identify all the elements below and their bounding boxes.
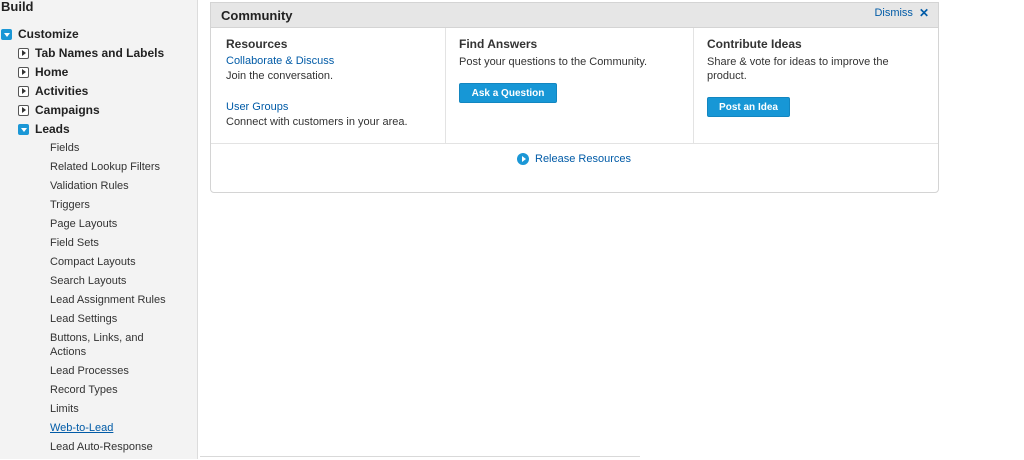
ask-question-button[interactable]: Ask a Question (459, 83, 557, 103)
sidebar: Build Customize Tab Names and Labels Hom… (0, 0, 198, 459)
collapsed-toggle-icon[interactable] (18, 85, 29, 97)
find-answers-description: Post your questions to the Community. (459, 56, 648, 68)
tree-item-label: Campaigns (35, 103, 100, 117)
leads-item-validation-rules[interactable]: Validation Rules (50, 179, 129, 193)
tree-item-label: Leads (35, 122, 70, 136)
release-resources-label[interactable]: Release Resources (535, 153, 631, 165)
leads-item-record-types[interactable]: Record Types (50, 383, 118, 397)
play-icon[interactable] (517, 153, 529, 165)
find-answers-column: Find Answers Post your questions to the … (445, 28, 693, 143)
tree-item-label: Activities (35, 84, 89, 98)
collapsed-toggle-icon[interactable] (18, 104, 29, 116)
contribute-ideas-description-cont: product. (707, 70, 747, 82)
horizontal-scrollbar[interactable] (200, 456, 640, 460)
leads-item-web-to-lead[interactable]: Web-to-Lead (50, 421, 113, 435)
tree-item-label: Home (35, 65, 69, 79)
leads-item-compact-layouts[interactable]: Compact Layouts (50, 255, 136, 269)
contribute-ideas-column: Contribute Ideas Share & vote for ideas … (693, 28, 939, 143)
leads-item-related-lookup-filters[interactable]: Related Lookup Filters (50, 160, 160, 174)
leads-item-buttons-links-actions[interactable]: Buttons, Links, and (50, 331, 144, 345)
resources-column: Resources Collaborate & Discuss Join the… (211, 28, 444, 143)
tree-item-campaigns[interactable]: Campaigns (18, 103, 100, 117)
collapsed-toggle-icon[interactable] (18, 47, 29, 59)
post-idea-button[interactable]: Post an Idea (707, 97, 790, 117)
expanded-toggle-icon[interactable] (1, 28, 12, 40)
tree-item-home[interactable]: Home (18, 65, 68, 79)
leads-item-search-layouts[interactable]: Search Layouts (50, 274, 126, 288)
tree-item-tab-names[interactable]: Tab Names and Labels (18, 46, 164, 60)
leads-item-page-layouts[interactable]: Page Layouts (50, 217, 117, 231)
community-header: Community Dismiss ✕ (211, 3, 938, 28)
dismiss-label[interactable]: Dismiss (874, 7, 913, 19)
community-title: Community (221, 8, 293, 23)
collapsed-toggle-icon[interactable] (18, 66, 29, 78)
leads-item-lead-auto-response[interactable]: Lead Auto-Response (50, 440, 153, 454)
tree-item-leads[interactable]: Leads (18, 122, 70, 136)
leads-item-field-sets[interactable]: Field Sets (50, 236, 99, 250)
sidebar-title: Build (1, 0, 34, 14)
leads-item-fields[interactable]: Fields (50, 141, 79, 155)
contribute-ideas-heading: Contribute Ideas (707, 37, 802, 51)
leads-item-triggers[interactable]: Triggers (50, 198, 90, 212)
leads-item-lead-processes[interactable]: Lead Processes (50, 364, 129, 378)
community-columns: Resources Collaborate & Discuss Join the… (211, 28, 938, 144)
leads-item-lead-assignment-rules[interactable]: Lead Assignment Rules (50, 293, 166, 307)
find-answers-heading: Find Answers (459, 37, 538, 51)
tree-customize[interactable]: Customize (1, 27, 79, 41)
user-groups-description: Connect with customers in your area. (226, 116, 408, 128)
expanded-toggle-icon[interactable] (18, 123, 29, 135)
leads-item-limits[interactable]: Limits (50, 402, 79, 416)
resources-heading: Resources (226, 37, 288, 51)
community-panel: Community Dismiss ✕ Resources Collaborat… (210, 2, 939, 193)
close-icon[interactable]: ✕ (919, 6, 929, 20)
collaborate-discuss-link[interactable]: Collaborate & Discuss (226, 55, 334, 67)
tree-item-activities[interactable]: Activities (18, 84, 88, 98)
dismiss-link[interactable]: Dismiss ✕ (874, 6, 929, 20)
user-groups-link[interactable]: User Groups (226, 101, 288, 113)
contribute-ideas-description: Share & vote for ideas to improve the (707, 56, 889, 68)
release-resources-link[interactable]: Release Resources (517, 153, 631, 165)
leads-item-lead-settings[interactable]: Lead Settings (50, 312, 117, 326)
collaborate-description: Join the conversation. (226, 70, 334, 82)
tree-item-label: Tab Names and Labels (35, 46, 165, 60)
leads-item-buttons-links-actions-cont[interactable]: Actions (50, 345, 86, 359)
tree-customize-label: Customize (18, 27, 79, 41)
